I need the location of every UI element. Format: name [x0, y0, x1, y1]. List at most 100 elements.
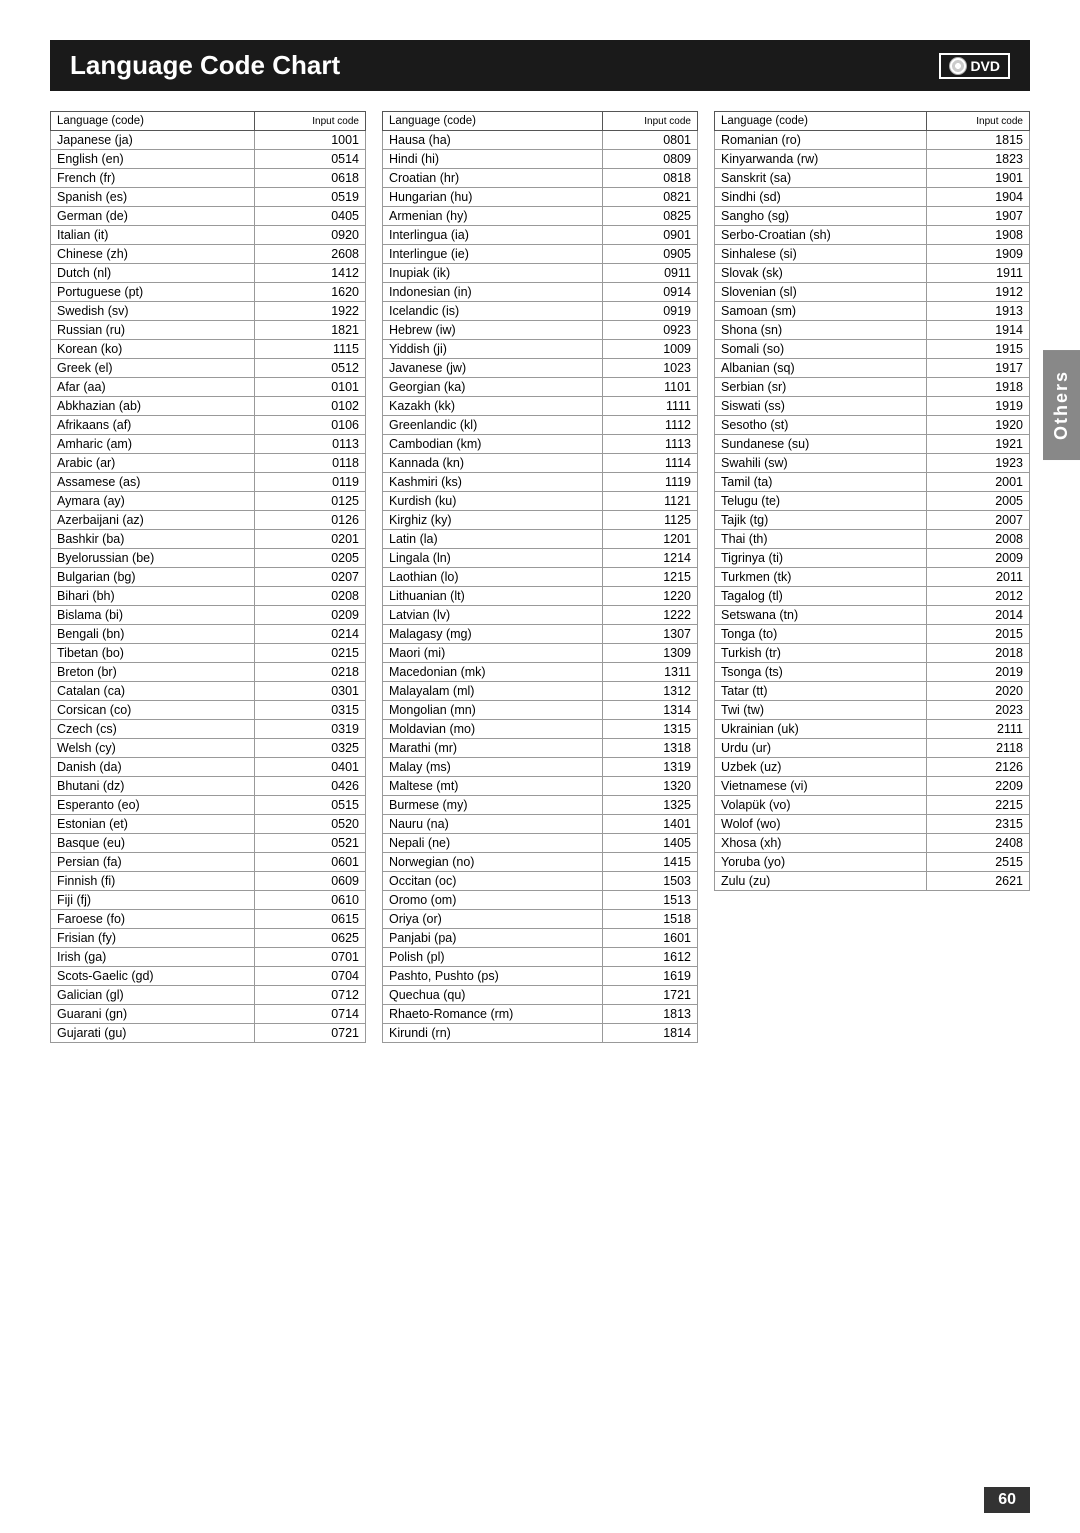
lang-code: 2315 [926, 815, 1029, 834]
lang-name: Danish (da) [51, 758, 255, 777]
lang-code: 0201 [255, 530, 366, 549]
table-row: Panjabi (pa)1601 [383, 929, 698, 948]
lang-code: 2621 [926, 872, 1029, 891]
page-number: 60 [984, 1487, 1030, 1513]
lang-name: Malayalam (ml) [383, 682, 603, 701]
table-row: Corsican (co)0315 [51, 701, 366, 720]
col2-header-code: Input code [602, 112, 697, 131]
lang-code: 2008 [926, 530, 1029, 549]
table-row: Samoan (sm)1913 [715, 302, 1030, 321]
lang-code: 1921 [926, 435, 1029, 454]
table-row: Bihari (bh)0208 [51, 587, 366, 606]
table-row: Rhaeto-Romance (rm)1813 [383, 1005, 698, 1024]
lang-name: Albanian (sq) [715, 359, 927, 378]
table-row: Greek (el)0512 [51, 359, 366, 378]
lang-name: Panjabi (pa) [383, 929, 603, 948]
lang-name: Catalan (ca) [51, 682, 255, 701]
table-row: Kazakh (kk)1111 [383, 397, 698, 416]
lang-code: 1201 [602, 530, 697, 549]
table-row: Oriya (or)1518 [383, 910, 698, 929]
table-row: Lithuanian (lt)1220 [383, 587, 698, 606]
table-row: Interlingua (ia)0901 [383, 226, 698, 245]
lang-name: Hebrew (iw) [383, 321, 603, 340]
table-row: Esperanto (eo)0515 [51, 796, 366, 815]
table-row: Urdu (ur)2118 [715, 739, 1030, 758]
lang-name: Afar (aa) [51, 378, 255, 397]
lang-name: Basque (eu) [51, 834, 255, 853]
table-row: Tatar (tt)2020 [715, 682, 1030, 701]
lang-name: Corsican (co) [51, 701, 255, 720]
lang-name: Interlingua (ia) [383, 226, 603, 245]
lang-code: 1503 [602, 872, 697, 891]
table-row: Xhosa (xh)2408 [715, 834, 1030, 853]
lang-name: Tsonga (ts) [715, 663, 927, 682]
table-row: Kashmiri (ks)1119 [383, 473, 698, 492]
table-row: Chinese (zh)2608 [51, 245, 366, 264]
table-row: Bislama (bi)0209 [51, 606, 366, 625]
lang-code: 0125 [255, 492, 366, 511]
lang-code: 0520 [255, 815, 366, 834]
table-row: Lingala (ln)1214 [383, 549, 698, 568]
table-row: Zulu (zu)2621 [715, 872, 1030, 891]
lang-code: 2018 [926, 644, 1029, 663]
lang-name: Dutch (nl) [51, 264, 255, 283]
table-row: Oromo (om)1513 [383, 891, 698, 910]
lang-name: Bhutani (dz) [51, 777, 255, 796]
lang-name: Sesotho (st) [715, 416, 927, 435]
lang-code: 1904 [926, 188, 1029, 207]
table-row: Persian (fa)0601 [51, 853, 366, 872]
table-row: Maltese (mt)1320 [383, 777, 698, 796]
table-row: Japanese (ja)1001 [51, 131, 366, 150]
lang-code: 0208 [255, 587, 366, 606]
lang-code: 1405 [602, 834, 697, 853]
table-row: Moldavian (mo)1315 [383, 720, 698, 739]
lang-code: 0920 [255, 226, 366, 245]
lang-code: 1119 [602, 473, 697, 492]
lang-name: Serbian (sr) [715, 378, 927, 397]
lang-code: 1922 [255, 302, 366, 321]
lang-name: Thai (th) [715, 530, 927, 549]
lang-code: 1214 [602, 549, 697, 568]
lang-code: 1125 [602, 511, 697, 530]
lang-name: Kannada (kn) [383, 454, 603, 473]
lang-name: Sanskrit (sa) [715, 169, 927, 188]
lang-code: 0301 [255, 682, 366, 701]
table-row: Bashkir (ba)0201 [51, 530, 366, 549]
table-row: Kannada (kn)1114 [383, 454, 698, 473]
lang-code: 0618 [255, 169, 366, 188]
lang-code: 1001 [255, 131, 366, 150]
table-row: Tibetan (bo)0215 [51, 644, 366, 663]
lang-name: Estonian (et) [51, 815, 255, 834]
table-row: Indonesian (in)0914 [383, 283, 698, 302]
lang-code: 0809 [602, 150, 697, 169]
lang-name: Georgian (ka) [383, 378, 603, 397]
lang-code: 2515 [926, 853, 1029, 872]
lang-code: 1620 [255, 283, 366, 302]
lang-code: 0923 [602, 321, 697, 340]
lang-code: 1513 [602, 891, 697, 910]
lang-name: Malay (ms) [383, 758, 603, 777]
lang-name: Abkhazian (ab) [51, 397, 255, 416]
language-table-1: Language (code) Input code Japanese (ja)… [50, 111, 366, 1043]
lang-code: 2126 [926, 758, 1029, 777]
lang-code: 0512 [255, 359, 366, 378]
lang-name: Indonesian (in) [383, 283, 603, 302]
lang-code: 1412 [255, 264, 366, 283]
table-row: Mongolian (mn)1314 [383, 701, 698, 720]
table-row: Welsh (cy)0325 [51, 739, 366, 758]
table-row: Sesotho (st)1920 [715, 416, 1030, 435]
lang-code: 1815 [926, 131, 1029, 150]
table-row: Tamil (ta)2001 [715, 473, 1030, 492]
lang-code: 1907 [926, 207, 1029, 226]
lang-name: Russian (ru) [51, 321, 255, 340]
col3-header-code: Input code [926, 112, 1029, 131]
table-row: Armenian (hy)0825 [383, 207, 698, 226]
lang-code: 0919 [602, 302, 697, 321]
language-table-3: Language (code) Input code Romanian (ro)… [714, 111, 1030, 891]
lang-name: Scots-Gaelic (gd) [51, 967, 255, 986]
lang-code: 2011 [926, 568, 1029, 587]
lang-code: 2408 [926, 834, 1029, 853]
table-row: Nauru (na)1401 [383, 815, 698, 834]
table-row: Kirghiz (ky)1125 [383, 511, 698, 530]
lang-name: Hungarian (hu) [383, 188, 603, 207]
